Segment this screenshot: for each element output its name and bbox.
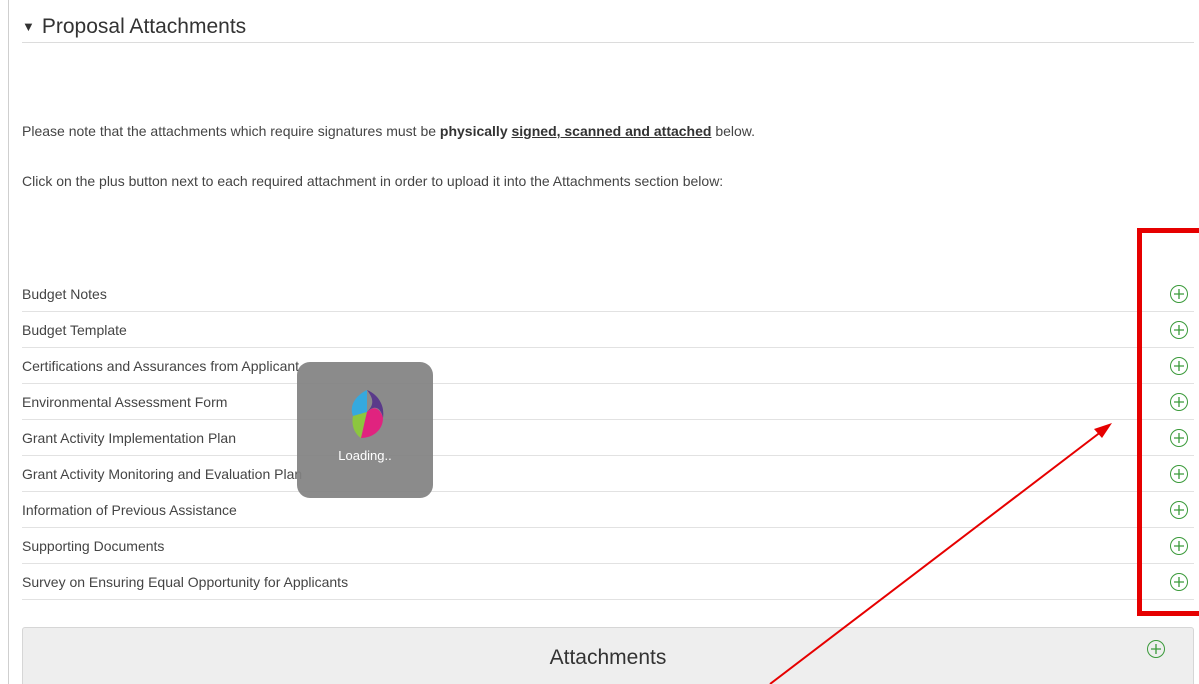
note-suffix: below. xyxy=(711,123,756,139)
required-attachments-list: Budget Notes Budget Template Certificati… xyxy=(22,276,1194,600)
list-item: Budget Notes xyxy=(22,276,1194,312)
loading-overlay: Loading.. xyxy=(297,362,433,498)
attachment-label: Grant Activity Monitoring and Evaluation… xyxy=(22,465,303,482)
list-item: Survey on Ensuring Equal Opportunity for… xyxy=(22,564,1194,600)
attachment-label: Survey on Ensuring Equal Opportunity for… xyxy=(22,573,349,590)
attachment-label: Supporting Documents xyxy=(22,537,165,554)
list-item: Grant Activity Monitoring and Evaluation… xyxy=(22,456,1194,492)
note-bold-underlined: signed, scanned and attached xyxy=(511,123,712,139)
section-title: Proposal Attachments xyxy=(41,15,247,38)
list-item: Environmental Assessment Form xyxy=(22,384,1194,420)
loading-text: Loading.. xyxy=(338,448,392,463)
list-item: Budget Template xyxy=(22,312,1194,348)
collapse-caret-icon[interactable]: ▼ xyxy=(22,19,35,34)
list-item: Supporting Documents xyxy=(22,528,1194,564)
plus-circle-icon xyxy=(1151,644,1161,654)
attachment-label: Grant Activity Implementation Plan xyxy=(22,429,236,446)
left-divider xyxy=(8,0,9,684)
attachment-label: Information of Previous Assistance xyxy=(22,501,237,518)
app-logo-icon xyxy=(351,390,384,438)
upload-instruction: Click on the plus button next to each re… xyxy=(22,173,724,189)
signature-note: Please note that the attachments which r… xyxy=(22,123,755,139)
attachment-label: Budget Template xyxy=(22,321,127,338)
note-bold: physically xyxy=(439,123,512,139)
attachments-section-bar[interactable]: Attachments xyxy=(22,627,1194,684)
annotation-highlight-box xyxy=(1137,228,1199,616)
page: ▼ Proposal Attachments Please note that … xyxy=(0,0,1199,684)
list-item: Grant Activity Implementation Plan xyxy=(22,420,1194,456)
add-attachment-button-main[interactable] xyxy=(1147,640,1165,658)
list-item: Certifications and Assurances from Appli… xyxy=(22,348,1194,384)
section-header-proposal-attachments[interactable]: ▼ Proposal Attachments xyxy=(22,12,1194,43)
attachment-label: Environmental Assessment Form xyxy=(22,393,228,410)
attachment-label: Budget Notes xyxy=(22,285,107,302)
note-prefix: Please note that the attachments which r… xyxy=(22,123,440,139)
attachment-label: Certifications and Assurances from Appli… xyxy=(22,357,300,374)
list-item: Information of Previous Assistance xyxy=(22,492,1194,528)
attachments-title: Attachments xyxy=(549,646,667,669)
